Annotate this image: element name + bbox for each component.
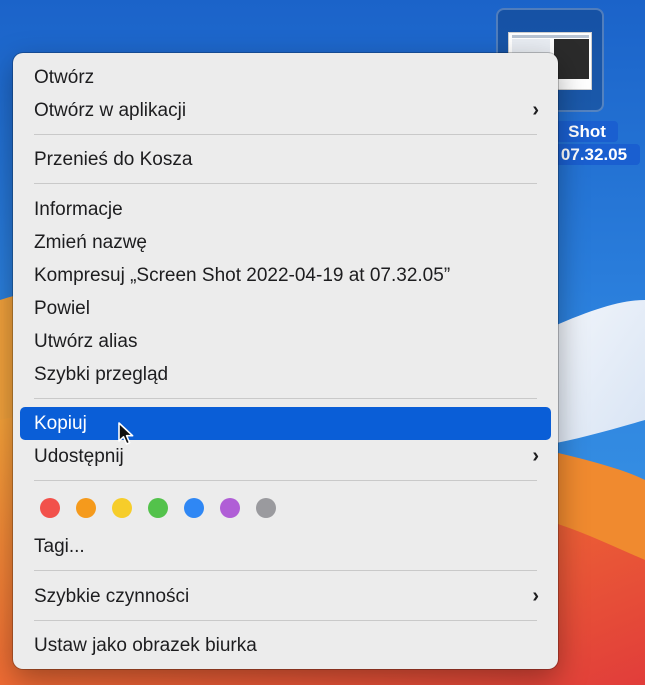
menu-item-compress[interactable]: Kompresuj „Screen Shot 2022-04-19 at 07.… <box>20 259 551 292</box>
tag-gray-icon[interactable] <box>256 498 276 518</box>
context-menu: Otwórz Otwórz w aplikacji › Przenieś do … <box>13 53 558 669</box>
chevron-right-icon: › <box>532 99 539 121</box>
menu-separator <box>34 398 537 399</box>
menu-item-open[interactable]: Otwórz <box>20 61 551 94</box>
tag-orange-icon[interactable] <box>76 498 96 518</box>
menu-item-share-label: Udostępnij <box>34 446 124 467</box>
file-name-label-line1[interactable]: Shot <box>556 121 618 142</box>
menu-item-open-with-label: Otwórz w aplikacji <box>34 100 187 121</box>
menu-separator <box>34 134 537 135</box>
menu-separator <box>34 570 537 571</box>
tag-purple-icon[interactable] <box>220 498 240 518</box>
menu-item-quick-actions-label: Szybkie czynności <box>34 586 190 607</box>
menu-item-share[interactable]: Udostępnij › <box>20 440 551 473</box>
menu-item-set-desktop-picture[interactable]: Ustaw jako obrazek biurka <box>20 629 551 662</box>
tag-blue-icon[interactable] <box>184 498 204 518</box>
menu-item-rename[interactable]: Zmień nazwę <box>20 226 551 259</box>
menu-item-copy[interactable]: Kopiuj <box>20 407 551 440</box>
menu-item-get-info[interactable]: Informacje <box>20 193 551 226</box>
tag-green-icon[interactable] <box>148 498 168 518</box>
menu-item-tags[interactable]: Tagi... <box>20 530 551 563</box>
menu-item-make-alias[interactable]: Utwórz alias <box>20 325 551 358</box>
file-name-label-line2[interactable]: 07.32.05 <box>548 144 640 165</box>
menu-item-open-with[interactable]: Otwórz w aplikacji › <box>20 94 551 127</box>
menu-item-quick-actions[interactable]: Szybkie czynności › <box>20 580 551 613</box>
tag-yellow-icon[interactable] <box>112 498 132 518</box>
mouse-pointer-icon <box>118 422 134 445</box>
menu-separator <box>34 480 537 481</box>
chevron-right-icon: › <box>532 585 539 607</box>
menu-separator <box>34 183 537 184</box>
menu-item-move-to-trash[interactable]: Przenieś do Kosza <box>20 143 551 176</box>
menu-item-duplicate[interactable]: Powiel <box>20 292 551 325</box>
menu-separator <box>34 620 537 621</box>
menu-item-quick-look[interactable]: Szybki przegląd <box>20 358 551 391</box>
chevron-right-icon: › <box>532 445 539 467</box>
tag-red-icon[interactable] <box>40 498 60 518</box>
